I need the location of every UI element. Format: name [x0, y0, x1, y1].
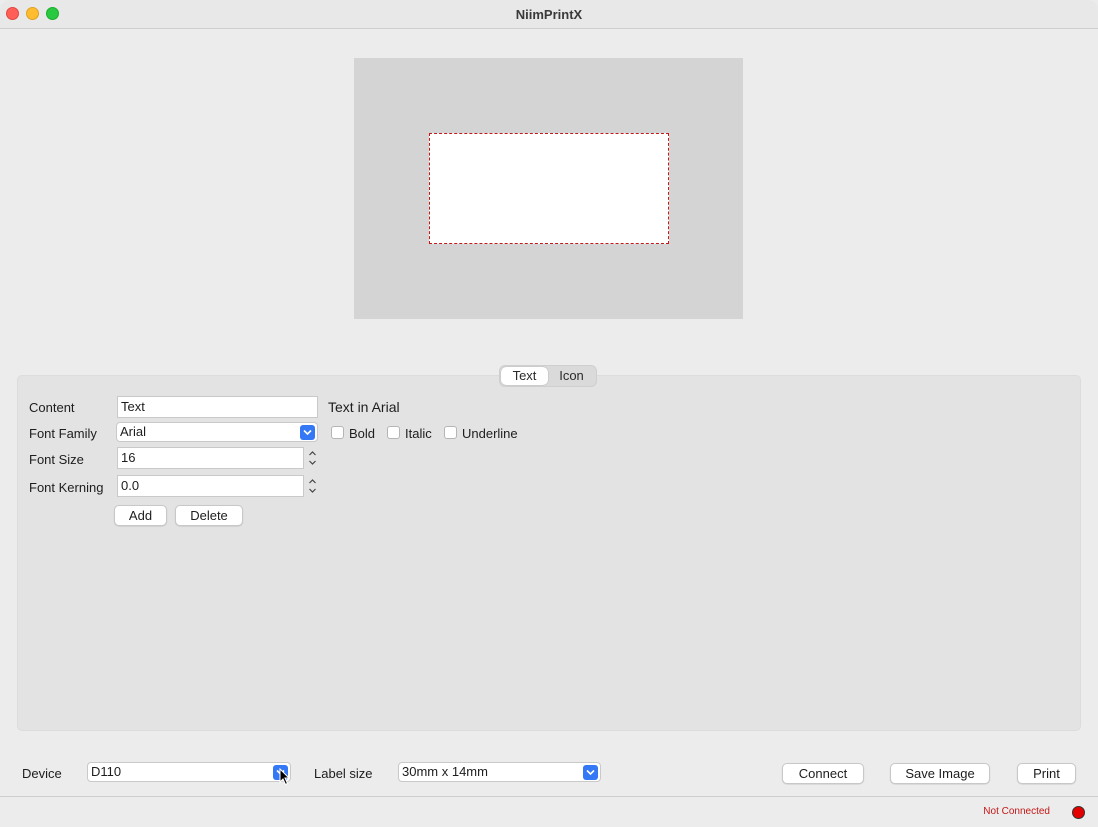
underline-label: Underline — [462, 426, 518, 441]
add-button[interactable]: Add — [114, 505, 167, 526]
chevron-down-icon — [583, 765, 598, 780]
font-family-value: Arial — [120, 424, 147, 439]
print-button[interactable]: Print — [1017, 763, 1076, 784]
font-size-stepper[interactable] — [306, 447, 319, 469]
content-label: Content — [29, 400, 75, 415]
bold-label: Bold — [349, 426, 376, 441]
bold-checkbox[interactable] — [331, 426, 344, 439]
window-title: NiimPrintX — [515, 7, 583, 22]
app-window: NiimPrintX Text Icon Content Text Text i… — [0, 0, 1098, 827]
save-image-button[interactable]: Save Image — [890, 763, 990, 784]
font-family-select[interactable]: Arial — [116, 422, 318, 442]
font-size-label: Font Size — [29, 452, 84, 467]
title-bar: NiimPrintX — [0, 0, 1098, 29]
connection-status-icon — [1072, 806, 1085, 819]
stepper-arrows-icon — [309, 479, 316, 493]
device-select[interactable]: D110 — [87, 762, 291, 782]
stepper-arrows-icon — [309, 451, 316, 465]
device-label: Device — [22, 766, 62, 781]
tab-switcher: Text Icon — [499, 365, 597, 387]
delete-button[interactable]: Delete — [175, 505, 243, 526]
font-kerning-input[interactable]: 0.0 — [117, 475, 304, 497]
label-preview-area[interactable] — [429, 133, 669, 244]
font-size-input[interactable]: 16 — [117, 447, 304, 469]
connect-button[interactable]: Connect — [782, 763, 864, 784]
underline-checkbox[interactable] — [444, 426, 457, 439]
chevron-down-icon — [300, 425, 315, 440]
connection-status-text: Not Connected — [983, 806, 1050, 817]
tab-icon[interactable]: Icon — [548, 367, 595, 385]
italic-label: Italic — [405, 426, 432, 441]
label-size-label: Label size — [314, 766, 373, 781]
font-preview-text: Text in Arial — [328, 399, 400, 415]
label-size-value: 30mm x 14mm — [402, 764, 488, 779]
device-value: D110 — [91, 764, 122, 779]
status-divider — [0, 796, 1098, 797]
font-kerning-stepper[interactable] — [306, 475, 319, 497]
tab-text[interactable]: Text — [501, 367, 548, 385]
mouse-cursor-icon — [279, 768, 291, 786]
label-size-select[interactable]: 30mm x 14mm — [398, 762, 601, 782]
content-input[interactable]: Text — [117, 396, 318, 418]
italic-checkbox[interactable] — [387, 426, 400, 439]
font-family-label: Font Family — [29, 426, 97, 441]
font-kerning-label: Font Kerning — [29, 480, 104, 495]
